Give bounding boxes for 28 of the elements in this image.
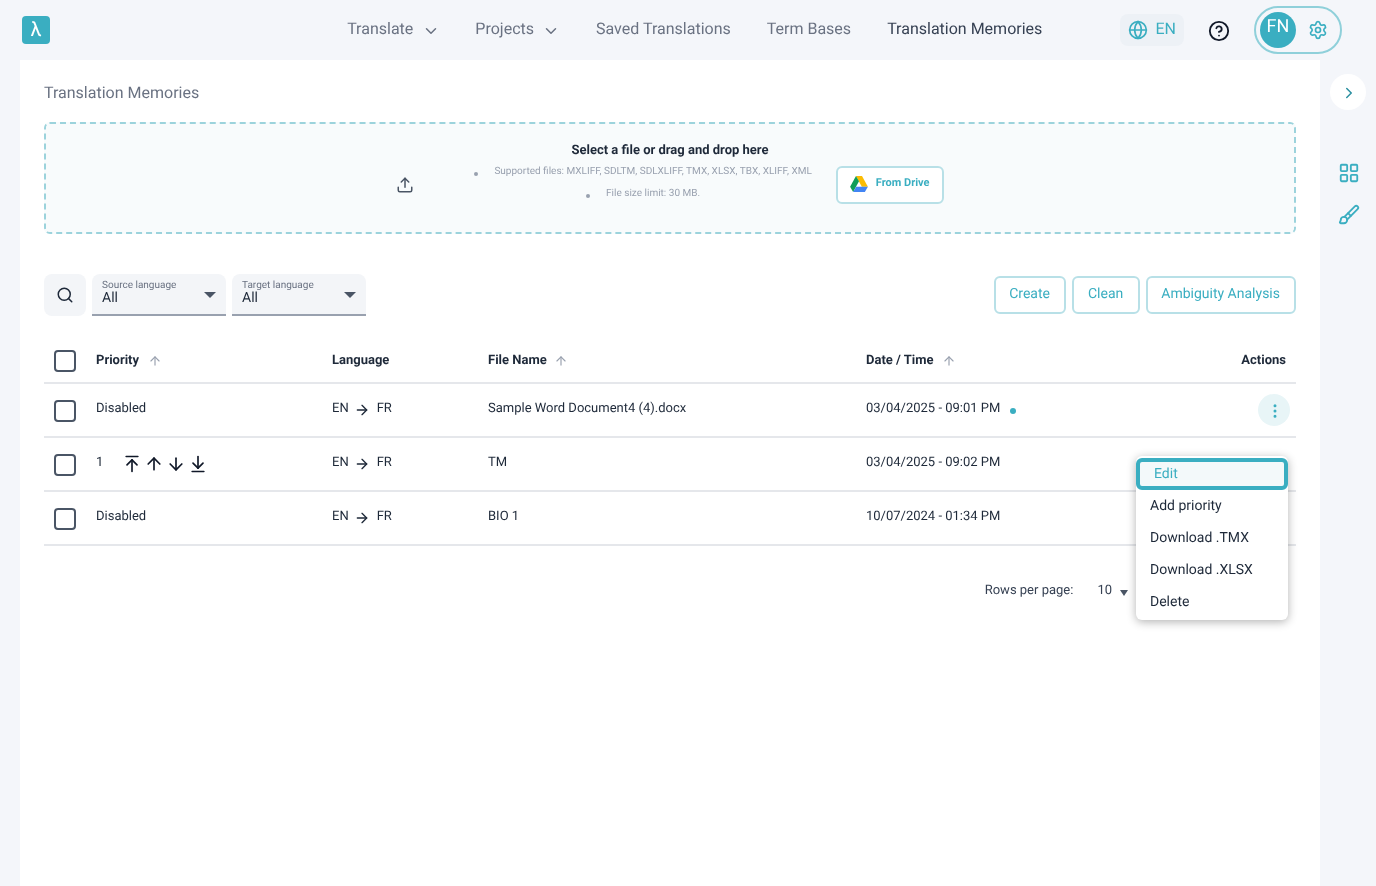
- nav-item[interactable]: Translate: [347, 18, 440, 42]
- drive-icon: [849, 176, 868, 193]
- page-title: Translation Memories: [44, 82, 202, 106]
- arrow-icon: [354, 456, 371, 472]
- sort-icon: [147, 354, 162, 368]
- help-icon[interactable]: [1208, 19, 1230, 41]
- search-button[interactable]: [44, 274, 86, 316]
- nav-item[interactable]: Saved Translations: [596, 18, 731, 42]
- checkbox[interactable]: [54, 453, 76, 475]
- arrow-icon: [354, 510, 371, 526]
- nav-item[interactable]: Projects: [475, 18, 561, 42]
- move-down-icon[interactable]: [165, 454, 186, 474]
- search-icon: [56, 286, 74, 304]
- upload-icon: [396, 175, 415, 194]
- move-up-icon[interactable]: [143, 454, 164, 474]
- caret-icon: [344, 291, 356, 297]
- caret-icon: [204, 291, 216, 297]
- move-bottom-icon[interactable]: [187, 454, 208, 474]
- checkbox[interactable]: [54, 399, 76, 421]
- nav-item[interactable]: Translation Memories: [887, 18, 1043, 42]
- sort-icon: [554, 354, 569, 368]
- nav-item[interactable]: Term Bases: [766, 18, 852, 42]
- globe-icon: [1127, 20, 1148, 40]
- arrow-icon: [354, 402, 371, 418]
- checkbox[interactable]: [54, 507, 76, 529]
- sort-icon: [941, 354, 956, 368]
- checkbox[interactable]: [54, 350, 76, 372]
- move-top-icon[interactable]: [121, 454, 142, 474]
